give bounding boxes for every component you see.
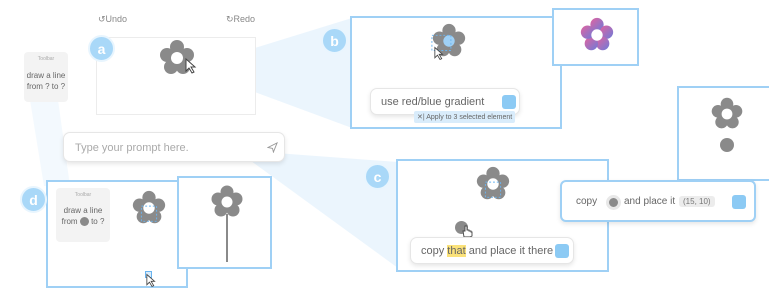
prompt-c-after: and place it there [465,245,554,257]
toolbar-d: Toolbar draw a line from to ? [56,188,110,242]
badge-d: d [20,186,47,213]
cursor-icon [146,273,156,288]
prompt-c-highlight[interactable]: that [447,245,466,257]
badge-a: a [88,35,115,62]
apply-selection-label: Apply to 3 selected element [426,114,513,121]
flower-icon[interactable] [130,189,168,227]
cursor-icon [185,58,197,74]
main-prompt-placeholder[interactable]: Type your prompt here. [75,142,189,154]
cursor-icon [434,46,444,61]
send-button-b[interactable] [502,95,516,109]
zoom-copy-word: copy [576,196,598,207]
toolbar-a-line1[interactable]: draw a line [24,70,68,81]
start-point-chip[interactable] [79,217,89,227]
zoom-place-word: and place it [624,196,676,207]
toolbar-d-from: from [61,217,78,226]
prompt-c-before: copy [421,245,448,257]
flower-icon [711,97,743,129]
undo-label: Undo [105,14,128,24]
badge-b: b [321,27,348,54]
prompt-c[interactable]: copy that and place it there [410,237,574,264]
prompt-c-text[interactable]: copy that and place it there [421,245,553,257]
undo-button[interactable]: ↺Undo [98,14,127,25]
prompt-b-text[interactable]: use red/blue gradient [381,96,484,108]
gradient-preview-panel [552,8,639,66]
panel-d: Toolbar draw a line from to ? [46,180,188,288]
toolbar-a-line2[interactable]: from ? to ? [24,81,68,92]
toolbar-d-label: Toolbar [74,192,92,198]
copied-circle-shape [720,138,734,152]
flower-with-stem-icon [211,185,243,262]
panel-b: use red/blue gradient ✕| Apply to 3 sele… [350,16,562,129]
flower-icon[interactable] [474,165,512,203]
send-icon[interactable] [267,142,278,153]
redo-label: Redo [233,14,256,24]
hand-cursor-icon [462,225,473,238]
gradient-flower-icon [580,17,614,51]
coordinate-chip[interactable]: (15, 10) [679,196,715,207]
toolbar-a-label: Toolbar [37,56,55,62]
toolbar-d-to: to ? [91,217,105,226]
redo-icon: ↻ [226,14,234,24]
close-icon[interactable]: ✕| [417,114,425,121]
toolbar-a: Toolbar draw a line from ? to ? [24,52,68,102]
toolbar-d-line2[interactable]: from to ? [56,216,110,227]
apply-selection-chip[interactable]: ✕| Apply to 3 selected element [414,111,516,123]
canvas-a[interactable] [96,37,256,115]
badge-c: c [364,163,391,190]
prompt-c-zoomed[interactable]: copy and place it (15, 10) [560,180,756,222]
send-button-c[interactable] [555,244,569,258]
undo-icon: ↺ [98,14,106,24]
send-button-zoom[interactable] [732,195,746,209]
result-panel [677,86,769,181]
redo-button[interactable]: ↻Redo [226,14,255,25]
stem-preview-panel [177,176,272,269]
main-prompt-box[interactable]: Type your prompt here. [63,132,285,162]
toolbar-d-line1[interactable]: draw a line [56,205,110,216]
copy-target-chip[interactable] [606,195,621,210]
